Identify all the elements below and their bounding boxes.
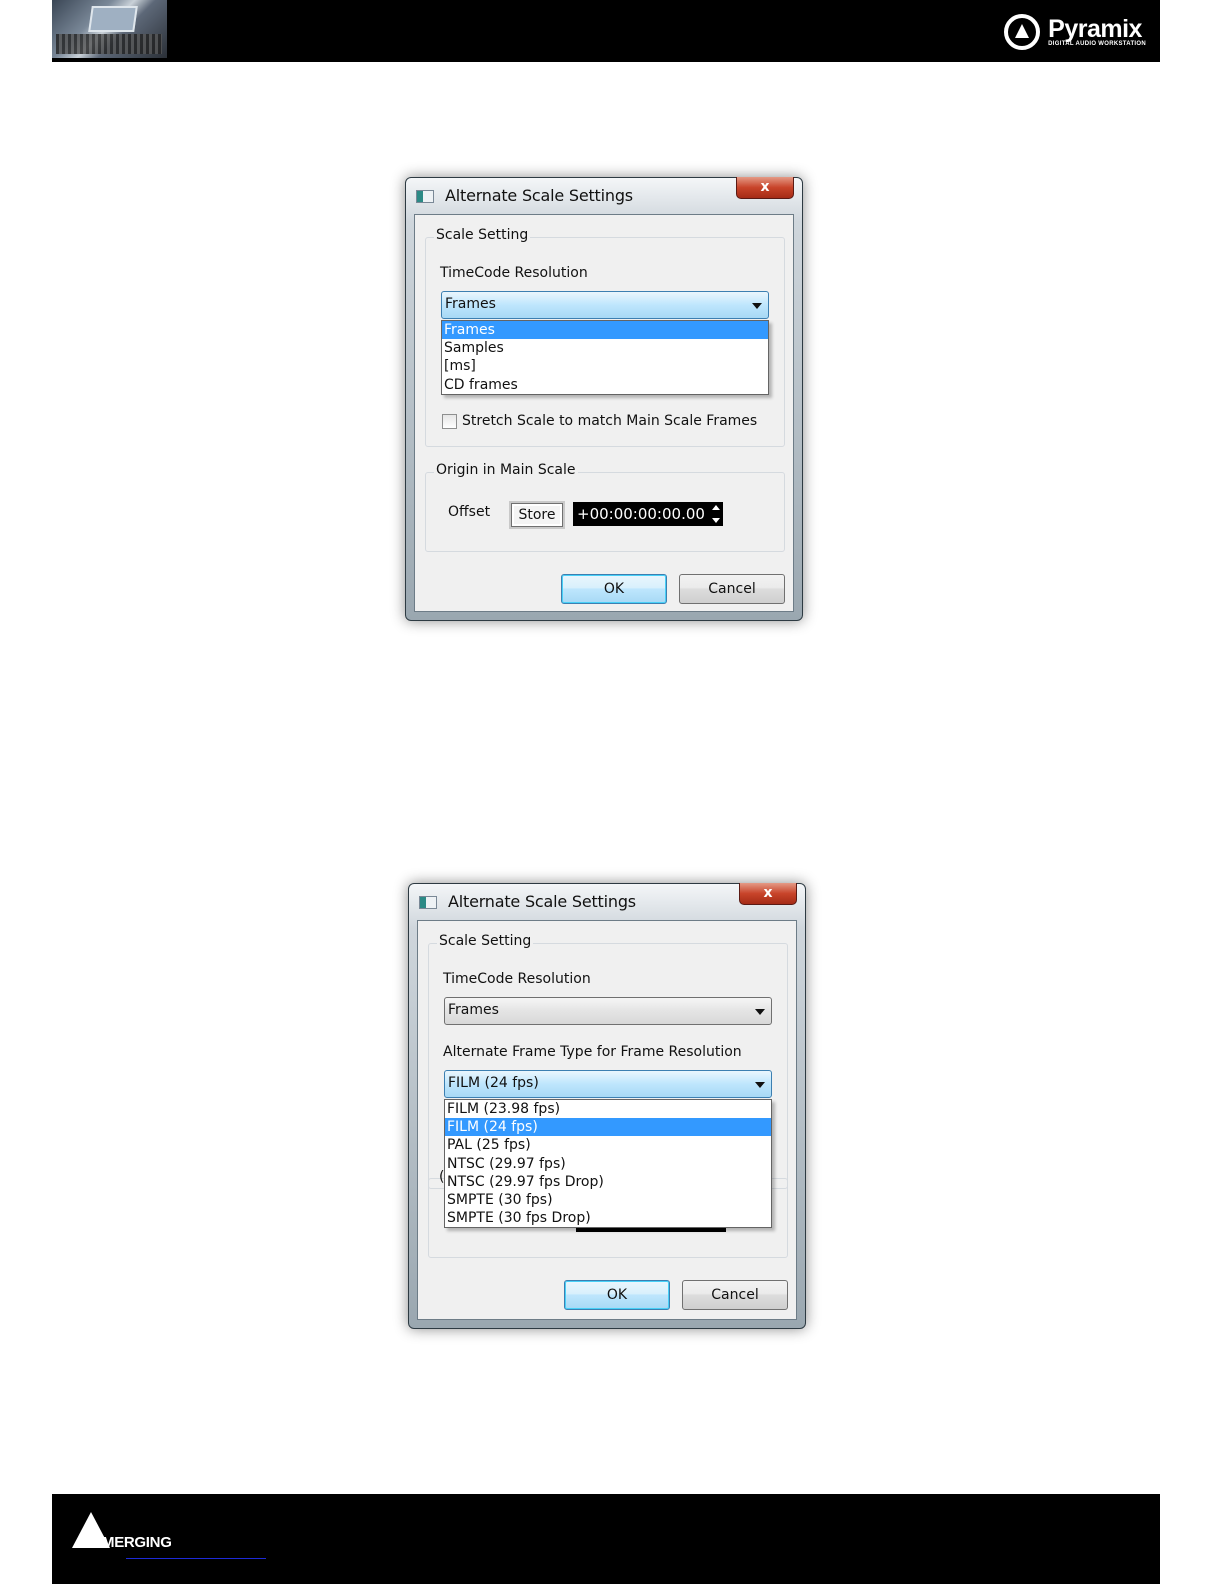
offset-timecode-value: +00:00:00:00.00	[577, 505, 705, 523]
dropdown-option[interactable]: [ms]	[442, 357, 768, 375]
stretch-scale-checkbox[interactable]	[442, 414, 457, 429]
timecode-resolution-dropdown: Frames Samples [ms] CD frames	[441, 320, 769, 395]
close-button[interactable]: x	[739, 883, 797, 905]
dropdown-option[interactable]: Frames	[442, 321, 768, 340]
dropdown-option[interactable]: CD frames	[442, 376, 768, 394]
chevron-down-icon	[755, 1082, 765, 1088]
dialog-titlebar[interactable]: Alternate Scale Settings x	[409, 883, 805, 920]
timecode-resolution-label: TimeCode Resolution	[443, 971, 591, 987]
timecode-resolution-select[interactable]: Frames	[441, 291, 769, 319]
cancel-button[interactable]: Cancel	[679, 574, 785, 604]
timecode-resolution-select[interactable]: Frames	[444, 997, 772, 1025]
dropdown-option[interactable]: FILM (24 fps)	[445, 1118, 771, 1137]
dropdown-option[interactable]: SMPTE (30 fps Drop)	[445, 1209, 771, 1227]
dialog-title: Alternate Scale Settings	[448, 892, 636, 911]
dropdown-option[interactable]: SMPTE (30 fps)	[445, 1191, 771, 1209]
spin-arrows-icon[interactable]	[712, 505, 720, 523]
pyramix-logo-name: Pyramix	[1048, 15, 1142, 43]
dropdown-option[interactable]: Samples	[442, 339, 768, 357]
alternate-scale-dialog-1: Alternate Scale Settings x Scale Setting…	[405, 177, 803, 621]
origin-group-label: Origin in Main Scale	[434, 462, 578, 478]
dialog-client-area: Scale Setting TimeCode Resolution Frames…	[417, 920, 797, 1320]
pyramix-logo-subtitle: DIGITAL AUDIO WORKSTATION	[1048, 41, 1146, 47]
page-header: Pyramix DIGITAL AUDIO WORKSTATION	[52, 0, 1160, 62]
page-footer: MERGING	[52, 1494, 1160, 1584]
scale-setting-group-label: Scale Setting	[437, 933, 534, 949]
store-button[interactable]: Store	[511, 503, 563, 527]
alternate-scale-dialog-2: Alternate Scale Settings x Scale Setting…	[408, 883, 806, 1329]
merging-logo: MERGING	[72, 1512, 222, 1552]
close-button[interactable]: x	[736, 177, 794, 199]
timecode-resolution-value: Frames	[445, 296, 496, 312]
timecode-resolution-label: TimeCode Resolution	[440, 265, 588, 281]
frame-type-select[interactable]: FILM (24 fps)	[444, 1070, 772, 1098]
offset-timecode-field[interactable]: +00:00:00:00.00	[573, 502, 723, 526]
dropdown-option[interactable]: PAL (25 fps)	[445, 1136, 771, 1154]
ok-button[interactable]: OK	[564, 1280, 670, 1310]
footer-link-underline[interactable]	[126, 1558, 266, 1559]
stretch-scale-label[interactable]: Stretch Scale to match Main Scale Frames	[462, 413, 757, 429]
frame-type-dropdown: FILM (23.98 fps) FILM (24 fps) PAL (25 f…	[444, 1099, 772, 1228]
dropdown-option[interactable]: NTSC (29.97 fps Drop)	[445, 1173, 771, 1191]
merging-logo-name: MERGING	[102, 1534, 172, 1551]
header-photo-console	[56, 34, 162, 54]
ok-button[interactable]: OK	[561, 574, 667, 604]
dialog-title: Alternate Scale Settings	[445, 186, 633, 205]
pyramix-logo: Pyramix DIGITAL AUDIO WORKSTATION	[1004, 12, 1146, 52]
header-photo-screen	[88, 6, 138, 32]
timecode-resolution-value: Frames	[448, 1002, 499, 1018]
dropdown-option[interactable]: FILM (23.98 fps)	[445, 1100, 771, 1118]
app-icon	[419, 896, 437, 909]
header-photo	[52, 0, 167, 58]
dialog-client-area: Scale Setting TimeCode Resolution Frames…	[414, 214, 794, 612]
offset-label: Offset	[448, 504, 491, 520]
pyramix-logo-icon	[1004, 14, 1041, 50]
frame-type-value: FILM (24 fps)	[448, 1075, 539, 1091]
frame-type-label: Alternate Frame Type for Frame Resolutio…	[443, 1044, 742, 1060]
dropdown-option[interactable]: NTSC (29.97 fps)	[445, 1155, 771, 1173]
chevron-down-icon	[752, 303, 762, 309]
scale-setting-group-label: Scale Setting	[434, 227, 531, 243]
app-icon	[416, 190, 434, 203]
cancel-button[interactable]: Cancel	[682, 1280, 788, 1310]
dialog-titlebar[interactable]: Alternate Scale Settings x	[406, 177, 802, 214]
chevron-down-icon	[755, 1009, 765, 1015]
